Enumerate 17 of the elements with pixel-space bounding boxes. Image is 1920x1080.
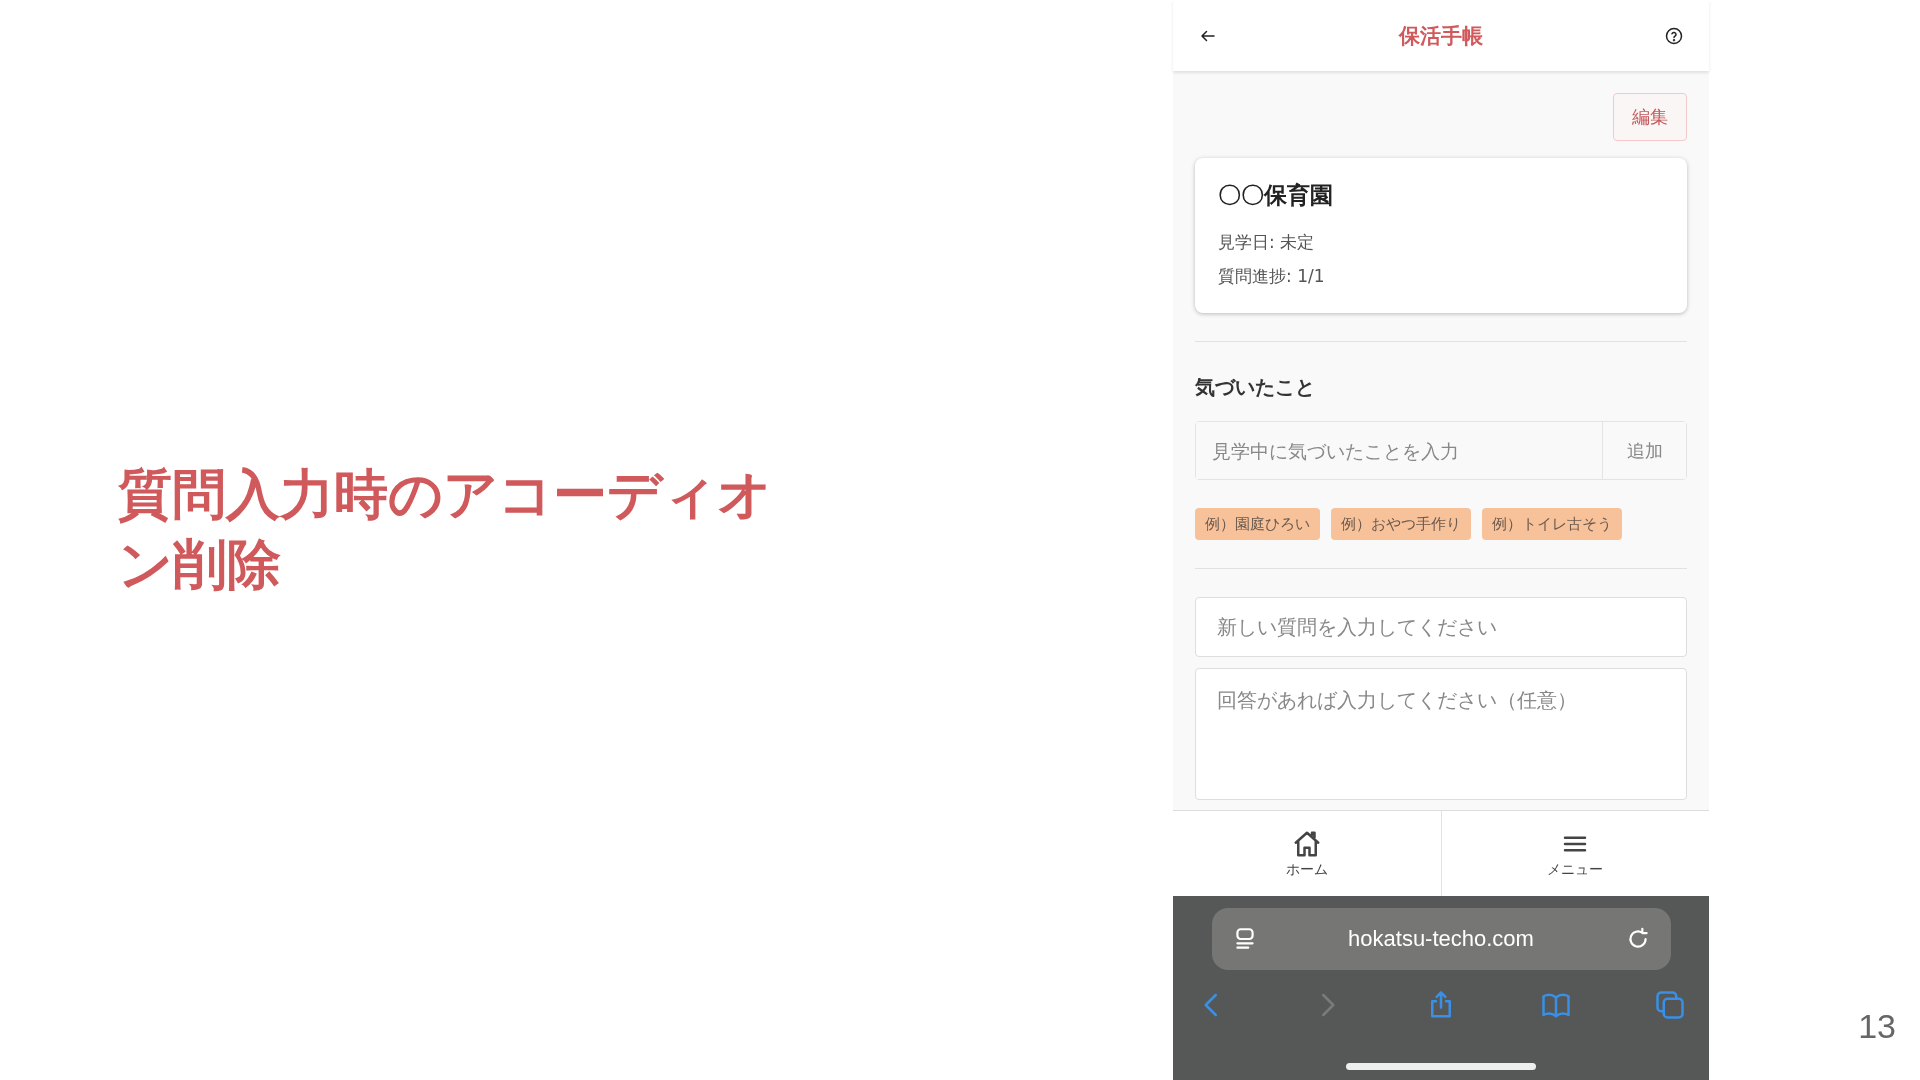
slide-title: 質問入力時のアコーディオン削除 (118, 462, 773, 598)
question-input-field[interactable]: 新しい質問を入力してください (1195, 597, 1687, 657)
card-detail: 質問進捗: 1/1 (1218, 265, 1326, 288)
edit-button[interactable]: 編集 (1613, 93, 1687, 141)
answer-input-field[interactable]: 回答があれば入力してください（任意） (1195, 667, 1687, 800)
notes-input-field[interactable]: 見学中に気づいたことを入力 追加 (1195, 421, 1687, 481)
example-chip[interactable]: 例）おやつ手作り (1331, 508, 1471, 541)
help-icon (1665, 26, 1683, 45)
page-number: 13 (1858, 1007, 1896, 1046)
example-chip[interactable]: 例）園庭ひろい (1195, 508, 1320, 541)
tabs-icon[interactable] (1655, 990, 1685, 1020)
nursery-name: 〇〇保育園 (1218, 181, 1334, 210)
address-bar[interactable]: hokatsu-techo.com (1211, 908, 1671, 970)
app-title: 保活手帳 (1399, 22, 1483, 50)
example-chip[interactable]: 例）トイレ古そう (1482, 508, 1622, 541)
section-heading: 気づいたこと (1195, 374, 1316, 401)
card-detail: 見学日: 未定 (1218, 231, 1316, 254)
